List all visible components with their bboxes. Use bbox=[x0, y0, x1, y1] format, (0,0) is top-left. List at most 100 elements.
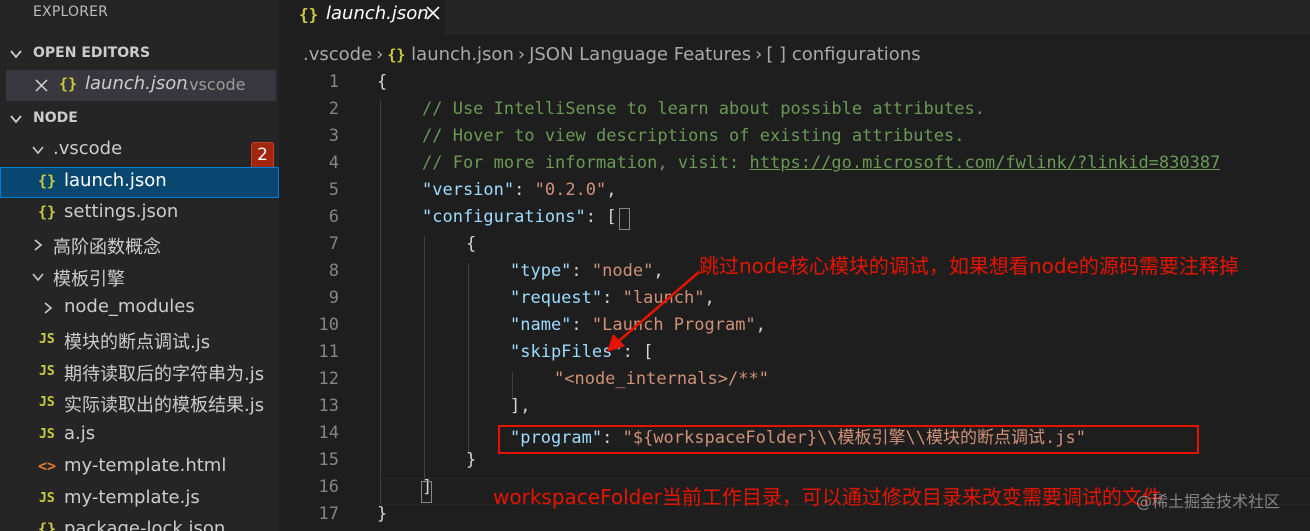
workspace-annotation: workspaceFolder当前工作目录，可以通过修改目录来改变需要调试的文件 bbox=[493, 485, 1162, 509]
json-value: "<node_internals>/**" bbox=[554, 369, 769, 389]
tree-item-label: my-template.html bbox=[64, 455, 227, 476]
code-line: 6 "configurations": [ bbox=[279, 203, 1310, 230]
code-text: } bbox=[377, 504, 388, 524]
json-key: "type" bbox=[510, 261, 572, 281]
code-line: 2 // Use IntelliSense to learn about pos… bbox=[279, 95, 1310, 122]
line-number: 9 bbox=[328, 288, 339, 308]
code-comment: // Hover to view descriptions of existin… bbox=[422, 126, 965, 146]
open-editor-item-launch-json[interactable]: {} launch.json .vscode bbox=[6, 70, 276, 101]
open-editors-label: OPEN EDITORS bbox=[33, 45, 151, 61]
line-number: 17 bbox=[318, 504, 339, 524]
close-icon[interactable] bbox=[426, 6, 440, 20]
line-number: 16 bbox=[318, 477, 339, 497]
chevron-right-icon: › bbox=[755, 44, 763, 65]
code-line: 10 "name": "Launch Program", bbox=[279, 311, 1310, 338]
editor-area: {} launch.json .vscode ›{} launch.json › JS… bbox=[279, 0, 1310, 531]
tree-item-label: .vscode bbox=[53, 138, 123, 159]
tree-item-html-file[interactable]: <> my-template.html bbox=[0, 452, 279, 483]
line-number: 14 bbox=[318, 423, 339, 443]
tree-item-js-file[interactable]: JS my-template.js bbox=[0, 484, 279, 515]
tree-item-settings-json[interactable]: {} settings.json bbox=[0, 198, 279, 229]
tree-item-vscode-folder[interactable]: .vscode bbox=[0, 135, 279, 166]
breadcrumb: .vscode ›{} launch.json › JSON Language Fea… bbox=[303, 44, 921, 65]
chevron-right-icon bbox=[34, 239, 43, 251]
code-line: 5 "version": "0.2.0", bbox=[279, 176, 1310, 203]
close-icon[interactable] bbox=[35, 79, 48, 92]
chevron-down-icon bbox=[10, 115, 22, 124]
js-file-icon: JS bbox=[39, 395, 55, 410]
tree-item-label: 期待读取后的字符串为.js bbox=[64, 364, 265, 385]
code-line: 11 "skipFiles": [ bbox=[279, 338, 1310, 365]
tree-item-json-file[interactable]: {} package-lock.json bbox=[0, 515, 279, 531]
chevron-down-icon bbox=[32, 273, 44, 282]
open-editor-filename: launch.json bbox=[85, 73, 188, 94]
tree-item-js-file[interactable]: JS 模块的断点调试.js bbox=[0, 325, 279, 356]
line-number: 12 bbox=[318, 369, 339, 389]
json-key: "name" bbox=[510, 315, 572, 335]
open-editor-folder: .vscode bbox=[184, 75, 246, 94]
json-file-icon: {} bbox=[59, 75, 78, 93]
tree-item-launch-json[interactable]: {} launch.json bbox=[0, 167, 279, 198]
breadcrumb-folder[interactable]: .vscode bbox=[303, 44, 372, 65]
tree-item-label: 高阶函数概念 bbox=[53, 237, 161, 258]
code-line: 1 { bbox=[279, 68, 1310, 95]
code-line: 4 // For more information, visit: https:… bbox=[279, 149, 1310, 176]
js-file-icon: JS bbox=[39, 427, 55, 442]
line-number: 4 bbox=[328, 153, 339, 173]
line-number: 15 bbox=[318, 450, 339, 470]
json-file-icon: {} bbox=[387, 46, 406, 64]
node-folder-header[interactable]: NODE bbox=[0, 105, 279, 133]
tab-label: launch.json bbox=[326, 3, 429, 24]
tree-item-node-modules-folder[interactable]: node_modules bbox=[0, 293, 279, 324]
chevron-down-icon bbox=[10, 50, 22, 59]
doc-link[interactable]: https://go.microsoft.com/fwlink/?linkid=… bbox=[750, 153, 1221, 173]
tree-item-higher-order-folder[interactable]: 高阶函数概念 bbox=[0, 230, 279, 261]
tree-item-template-engine-folder[interactable]: 模板引擎 bbox=[0, 262, 279, 293]
tree-item-label: a.js bbox=[64, 423, 96, 444]
explorer-title: EXPLORER bbox=[33, 4, 109, 20]
chevron-down-icon bbox=[32, 146, 44, 155]
tree-item-js-file[interactable]: JS a.js bbox=[0, 420, 279, 451]
breadcrumb-node[interactable]: configurations bbox=[792, 44, 921, 65]
html-file-icon: <> bbox=[38, 457, 57, 475]
tree-item-label: package-lock.json bbox=[64, 518, 226, 531]
tree-item-js-file[interactable]: JS 实际读取出的模板结果.js bbox=[0, 388, 279, 419]
array-icon: [ ] bbox=[766, 44, 787, 65]
tree-item-js-file[interactable]: JS 期待读取后的字符串为.js bbox=[0, 357, 279, 388]
js-file-icon: JS bbox=[39, 491, 55, 506]
code-line: 9 "request": "launch", bbox=[279, 284, 1310, 311]
breadcrumb-section[interactable]: JSON Language Features bbox=[529, 44, 751, 65]
line-number: 11 bbox=[318, 342, 339, 362]
json-file-icon: {} bbox=[38, 520, 57, 531]
tree-item-label: 模块的断点调试.js bbox=[64, 332, 211, 353]
tree-item-label: 模板引擎 bbox=[53, 269, 125, 290]
tree-item-label: launch.json bbox=[64, 170, 167, 191]
json-file-icon: {} bbox=[299, 5, 319, 24]
breadcrumb-file[interactable]: launch.json bbox=[411, 44, 514, 65]
program-annotation-box bbox=[498, 425, 1199, 454]
line-number: 3 bbox=[328, 126, 339, 146]
json-key: "configurations" bbox=[422, 207, 586, 227]
json-key: "request" bbox=[510, 288, 603, 308]
open-editors-header[interactable]: OPEN EDITORS bbox=[0, 40, 279, 68]
line-number: 7 bbox=[328, 234, 339, 254]
line-number: 2 bbox=[328, 99, 339, 119]
tree-item-label: settings.json bbox=[64, 201, 179, 222]
explorer-sidebar: EXPLORER OPEN EDITORS {} launch.json .vs… bbox=[0, 0, 279, 531]
chevron-right-icon: › bbox=[517, 44, 526, 65]
chevron-right-icon: › bbox=[376, 44, 384, 65]
problems-badge: 2 bbox=[251, 142, 274, 169]
tab-launch-json[interactable]: {} launch.json bbox=[279, 0, 445, 35]
node-folder-label: NODE bbox=[33, 110, 78, 126]
js-file-icon: JS bbox=[39, 332, 55, 347]
skipfiles-annotation: 跳过node核心模块的调试，如果想看node的源码需要注释掉 bbox=[699, 254, 1239, 278]
code-comment: // For more information, visit: bbox=[422, 153, 750, 173]
code-line: 3 // Hover to view descriptions of exist… bbox=[279, 122, 1310, 149]
js-file-icon: JS bbox=[39, 364, 55, 379]
line-number: 5 bbox=[328, 180, 339, 200]
line-number: 8 bbox=[328, 261, 339, 281]
bracket-match-highlight bbox=[619, 208, 630, 230]
annotation-arrow-icon bbox=[607, 271, 700, 352]
tree-item-label: 实际读取出的模板结果.js bbox=[64, 395, 265, 416]
tree-item-label: my-template.js bbox=[64, 487, 200, 508]
